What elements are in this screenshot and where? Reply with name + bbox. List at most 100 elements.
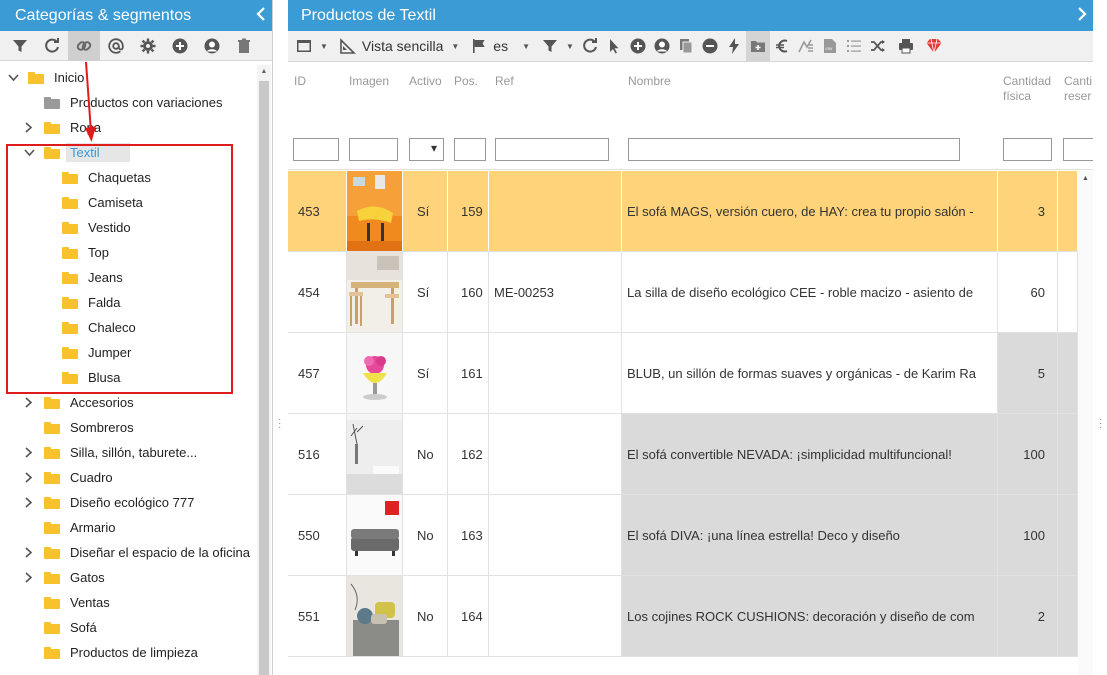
tree-item[interactable]: Diseño ecológico 777	[0, 490, 256, 515]
user-avatar-icon[interactable]	[650, 31, 674, 61]
folder-add-icon[interactable]	[745, 31, 770, 61]
cell-ref[interactable]: ME-00253	[489, 252, 622, 332]
tree-item[interactable]: Ventas	[0, 590, 256, 615]
filter-position-input[interactable]	[454, 138, 486, 161]
scroll-up-icon[interactable]: ▲	[1078, 175, 1093, 182]
panel-splitter[interactable]: · · ·	[274, 0, 287, 675]
copy-icon[interactable]	[674, 31, 698, 61]
column-header-id[interactable]: ID	[294, 74, 306, 89]
scroll-up-icon[interactable]: ▲	[257, 65, 271, 79]
cell-quantity-reserved[interactable]	[1058, 252, 1078, 332]
cell-image[interactable]	[347, 171, 403, 251]
column-header-active[interactable]: Activo	[409, 74, 442, 89]
chevron-right-icon[interactable]	[22, 571, 36, 585]
table-row[interactable]: 550 No 163 El sofá DIVA: ¡una línea estrell…	[288, 495, 1078, 576]
chevron-right-icon[interactable]	[22, 496, 36, 510]
product-thumbnail[interactable]	[347, 333, 402, 413]
csv-file-icon[interactable]: csv	[818, 31, 842, 61]
chevron-right-icon[interactable]	[22, 446, 36, 460]
tree-item[interactable]: Cuadro	[0, 465, 256, 490]
cell-ref[interactable]	[489, 171, 622, 251]
column-header-name[interactable]: Nombre	[628, 74, 671, 89]
filter-button[interactable]: ▼	[538, 31, 578, 61]
cursor-icon[interactable]	[602, 31, 626, 61]
shuffle-icon[interactable]	[866, 31, 890, 61]
cell-id[interactable]: 550	[288, 495, 347, 575]
language-select[interactable]: es ▼	[467, 31, 534, 61]
tree-item[interactable]: Productos con variaciones	[0, 90, 256, 115]
cell-image[interactable]	[347, 495, 403, 575]
cell-quantity-physical[interactable]: 3	[998, 171, 1058, 251]
filter-active-select[interactable]	[409, 138, 444, 161]
chevron-right-icon[interactable]	[22, 396, 36, 410]
cell-quantity-reserved[interactable]	[1058, 576, 1078, 656]
numbered-list-icon[interactable]	[842, 31, 866, 61]
tree-item[interactable]: Productos de limpieza	[0, 640, 256, 665]
ruby-gem-icon[interactable]	[922, 31, 946, 61]
cell-quantity-physical[interactable]: 2	[998, 576, 1058, 656]
filter-quantity-physical-input[interactable]	[1003, 138, 1052, 161]
tree-item[interactable]: Sofá	[0, 615, 256, 640]
cell-quantity-reserved[interactable]	[1058, 495, 1078, 575]
cell-active[interactable]: Sí	[403, 252, 448, 332]
cell-position[interactable]: 164	[448, 576, 489, 656]
chevron-left-icon[interactable]	[250, 5, 272, 26]
user-avatar-icon[interactable]	[196, 31, 228, 61]
cell-active[interactable]: Sí	[403, 171, 448, 251]
cell-ref[interactable]	[489, 495, 622, 575]
print-icon[interactable]	[894, 31, 918, 61]
cell-quantity-reserved[interactable]	[1058, 171, 1078, 251]
cell-image[interactable]	[347, 333, 403, 413]
lightning-icon[interactable]	[722, 31, 746, 61]
chart-list-icon[interactable]	[794, 31, 818, 61]
table-row[interactable]: 454 Sí 160 ME-00253 La silla de diseño ecoló…	[288, 252, 1078, 333]
add-circle-icon[interactable]	[626, 31, 650, 61]
column-header-ref[interactable]: Ref	[495, 74, 514, 89]
cell-active[interactable]: No	[403, 576, 448, 656]
trash-icon[interactable]	[228, 31, 260, 61]
cell-position[interactable]: 162	[448, 414, 489, 494]
cell-active[interactable]: No	[403, 495, 448, 575]
filter-id-input[interactable]	[293, 138, 339, 161]
remove-circle-icon[interactable]	[698, 31, 722, 61]
product-thumbnail[interactable]	[347, 171, 402, 251]
categories-scrollbar[interactable]: ▲	[257, 65, 271, 675]
cell-id[interactable]: 516	[288, 414, 347, 494]
tree-item[interactable]: Gatos	[0, 565, 256, 590]
tree-item[interactable]: Sombreros	[0, 415, 256, 440]
product-thumbnail[interactable]	[347, 252, 402, 332]
panel-splitter-right[interactable]: · · ·	[1095, 0, 1107, 675]
tree-item[interactable]: Diseñar el espacio de la oficina	[0, 540, 256, 565]
grid-scrollbar[interactable]: ▲	[1078, 171, 1093, 675]
product-thumbnail[interactable]	[347, 414, 402, 494]
cell-name[interactable]: La silla de diseño ecológico CEE - roble…	[622, 252, 998, 332]
cell-quantity-physical[interactable]: 5	[998, 333, 1058, 413]
link-icon[interactable]	[68, 30, 100, 61]
filter-icon[interactable]	[4, 31, 36, 61]
table-row[interactable]: 453 Sí 159 El sofá MAGS, versión cuero, de …	[288, 171, 1078, 252]
product-thumbnail[interactable]	[347, 576, 402, 656]
columns-menu-button[interactable]: ▼	[292, 31, 332, 61]
filter-image-input[interactable]	[349, 138, 398, 161]
cell-quantity-physical[interactable]: 100	[998, 414, 1058, 494]
cell-position[interactable]: 163	[448, 495, 489, 575]
filter-ref-input[interactable]	[495, 138, 609, 161]
cell-image[interactable]	[347, 576, 403, 656]
tree-item[interactable]: Inicio	[0, 65, 256, 90]
filter-name-input[interactable]	[628, 138, 960, 161]
column-header-quantity-reserved[interactable]: Canti reser	[1064, 74, 1092, 104]
cell-ref[interactable]	[489, 414, 622, 494]
cell-ref[interactable]	[489, 576, 622, 656]
tree-item[interactable]: Armario	[0, 515, 256, 540]
cell-ref[interactable]	[489, 333, 622, 413]
add-circle-icon[interactable]	[164, 31, 196, 61]
cell-image[interactable]	[347, 252, 403, 332]
scrollbar-thumb[interactable]	[259, 81, 269, 675]
cell-name[interactable]: El sofá MAGS, versión cuero, de HAY: cre…	[622, 171, 998, 251]
cell-quantity-reserved[interactable]	[1058, 333, 1078, 413]
cell-position[interactable]: 161	[448, 333, 489, 413]
column-header-image[interactable]: Imagen	[349, 74, 389, 89]
table-row[interactable]: 516 No 162 El sofá convertible NEVADA: ¡sim…	[288, 414, 1078, 495]
chevron-down-icon[interactable]	[6, 71, 20, 85]
refresh-icon[interactable]	[578, 31, 602, 61]
